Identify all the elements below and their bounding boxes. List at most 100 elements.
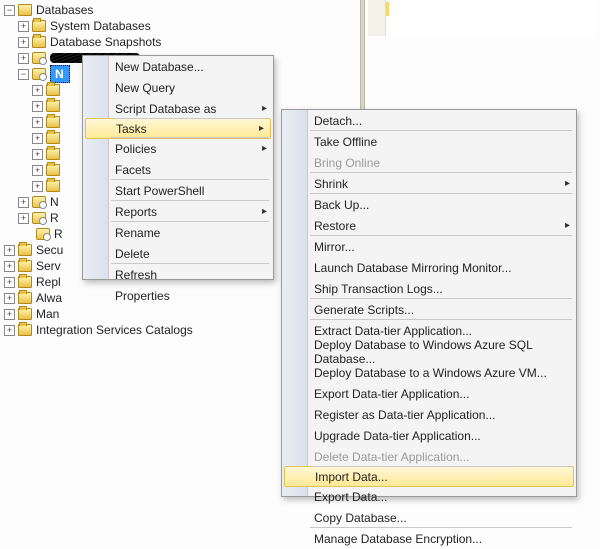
- menu-item-new-query[interactable]: New Query: [83, 77, 273, 98]
- collapse-icon[interactable]: −: [4, 5, 15, 16]
- expand-icon[interactable]: +: [32, 117, 43, 128]
- menu-label: Restore: [314, 219, 356, 233]
- tree-label: Secu: [36, 242, 63, 258]
- menu-item-facets[interactable]: Facets: [83, 159, 273, 180]
- tree-node[interactable]: +Man: [4, 306, 274, 322]
- menu-item-deploy-azure-sql[interactable]: Deploy Database to Windows Azure SQL Dat…: [282, 341, 576, 362]
- menu-label: Take Offline: [314, 135, 377, 149]
- expand-icon[interactable]: +: [4, 261, 15, 272]
- menu-label: Register as Data-tier Application...: [314, 408, 495, 422]
- menu-item-upgrade-dac[interactable]: Upgrade Data-tier Application...: [282, 425, 576, 446]
- menu-label: Manage Database Encryption...: [314, 532, 482, 546]
- expand-icon[interactable]: +: [4, 309, 15, 320]
- expand-icon[interactable]: +: [4, 245, 15, 256]
- menu-label: Properties: [115, 289, 170, 303]
- tree-label: Serv: [36, 258, 61, 274]
- menu-item-copy-database[interactable]: Copy Database...: [282, 507, 576, 528]
- expand-icon[interactable]: +: [32, 181, 43, 192]
- menu-label: Export Data-tier Application...: [314, 387, 469, 401]
- collapse-icon[interactable]: −: [18, 69, 29, 80]
- tree-label: Alwa: [36, 290, 62, 306]
- expand-icon[interactable]: +: [32, 165, 43, 176]
- tree-label-selected: N: [50, 65, 70, 83]
- folder-icon: [46, 180, 60, 192]
- folder-icon: [46, 148, 60, 160]
- tree-label: R: [54, 226, 63, 242]
- menu-label: Back Up...: [314, 198, 369, 212]
- editor-cursor-mark: [386, 2, 389, 16]
- menu-label: Generate Scripts...: [314, 303, 414, 317]
- menu-label: Delete: [115, 247, 150, 261]
- expand-icon[interactable]: +: [32, 133, 43, 144]
- menu-item-policies[interactable]: Policies: [83, 138, 273, 159]
- menu-item-back-up[interactable]: Back Up...: [282, 194, 576, 215]
- database-icon: [32, 52, 46, 64]
- tree-node-integration[interactable]: +Integration Services Catalogs: [4, 322, 274, 338]
- menu-label: Copy Database...: [314, 511, 407, 525]
- menu-item-deploy-azure-vm[interactable]: Deploy Database to a Windows Azure VM...: [282, 362, 576, 383]
- folder-icon: [32, 20, 46, 32]
- tree-label: N: [50, 194, 59, 210]
- expand-icon[interactable]: +: [18, 197, 29, 208]
- menu-item-start-powershell[interactable]: Start PowerShell: [83, 180, 273, 201]
- menu-label: Delete Data-tier Application...: [314, 450, 469, 464]
- menu-item-script-database[interactable]: Script Database as: [83, 98, 273, 119]
- menu-label: Start PowerShell: [115, 184, 204, 198]
- menu-item-properties[interactable]: Properties: [83, 285, 273, 306]
- menu-item-new-database[interactable]: New Database...: [83, 56, 273, 77]
- expand-icon[interactable]: +: [32, 149, 43, 160]
- menu-item-take-offline[interactable]: Take Offline: [282, 131, 576, 152]
- expand-icon[interactable]: +: [18, 37, 29, 48]
- folder-icon: [46, 164, 60, 176]
- tree-label: Database Snapshots: [50, 34, 161, 50]
- menu-item-detach[interactable]: Detach...: [282, 110, 576, 131]
- menu-item-tasks[interactable]: Tasks: [85, 118, 271, 139]
- menu-item-rename[interactable]: Rename: [83, 222, 273, 243]
- menu-label: Refresh: [115, 268, 157, 282]
- menu-item-restore[interactable]: Restore: [282, 215, 576, 236]
- menu-item-import-data[interactable]: Import Data...: [284, 466, 574, 487]
- expand-icon[interactable]: +: [18, 21, 29, 32]
- tree-node-snapshots[interactable]: + Database Snapshots: [4, 34, 274, 50]
- expand-icon[interactable]: +: [4, 277, 15, 288]
- expand-icon[interactable]: +: [32, 85, 43, 96]
- menu-item-generate-scripts[interactable]: Generate Scripts...: [282, 299, 576, 320]
- menu-label: New Database...: [115, 60, 204, 74]
- expand-icon[interactable]: +: [4, 325, 15, 336]
- menu-label: Reports: [115, 205, 157, 219]
- menu-item-shrink[interactable]: Shrink: [282, 173, 576, 194]
- menu-item-manage-encryption[interactable]: Manage Database Encryption...: [282, 528, 576, 549]
- expand-icon[interactable]: +: [4, 293, 15, 304]
- menu-item-reports[interactable]: Reports: [83, 201, 273, 222]
- menu-item-register-dac[interactable]: Register as Data-tier Application...: [282, 404, 576, 425]
- menu-item-export-data[interactable]: Export Data...: [282, 486, 576, 507]
- folder-icon: [46, 84, 60, 96]
- tree-label: Repl: [36, 274, 61, 290]
- context-menu-database: New Database... New Query Script Databas…: [82, 55, 274, 280]
- folder-icon: [18, 324, 32, 336]
- menu-label: Launch Database Mirroring Monitor...: [314, 261, 511, 275]
- expand-icon[interactable]: +: [32, 101, 43, 112]
- tree-label: System Databases: [50, 18, 151, 34]
- menu-label: Upgrade Data-tier Application...: [314, 429, 481, 443]
- menu-item-bring-online: Bring Online: [282, 152, 576, 173]
- editor-area[interactable]: [386, 0, 596, 36]
- menu-item-delete[interactable]: Delete: [83, 243, 273, 264]
- menu-item-launch-mirroring[interactable]: Launch Database Mirroring Monitor...: [282, 257, 576, 278]
- folder-icon: [18, 4, 32, 16]
- menu-label: Shrink: [314, 177, 348, 191]
- menu-item-export-dac[interactable]: Export Data-tier Application...: [282, 383, 576, 404]
- expand-icon[interactable]: +: [18, 213, 29, 224]
- submenu-tasks: Detach... Take Offline Bring Online Shri…: [281, 109, 577, 497]
- expand-icon[interactable]: +: [18, 53, 29, 64]
- editor-gutter: [368, 0, 386, 36]
- database-icon: [32, 212, 46, 224]
- menu-label: Deploy Database to a Windows Azure VM...: [314, 366, 547, 380]
- menu-label: Detach...: [314, 114, 362, 128]
- folder-icon: [46, 116, 60, 128]
- tree-node-system-databases[interactable]: + System Databases: [4, 18, 274, 34]
- menu-item-mirror[interactable]: Mirror...: [282, 236, 576, 257]
- tree-node-databases[interactable]: − Databases: [4, 2, 274, 18]
- menu-item-ship-logs[interactable]: Ship Transaction Logs...: [282, 278, 576, 299]
- menu-item-refresh[interactable]: Refresh: [83, 264, 273, 285]
